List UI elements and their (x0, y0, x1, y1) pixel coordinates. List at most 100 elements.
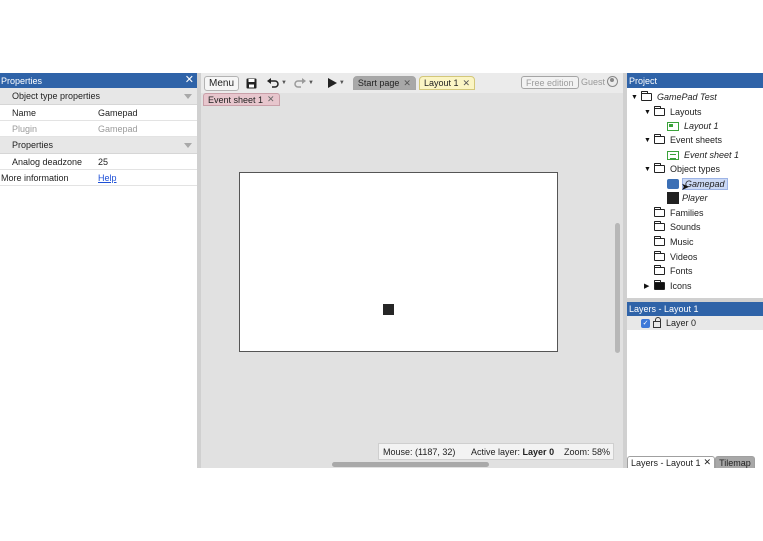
active-layer-value: Layer 0 (522, 446, 555, 457)
help-link[interactable]: Help (98, 173, 197, 183)
tree-item-fonts[interactable]: Fonts (654, 264, 693, 278)
mouse-cursor-icon: ➤ (681, 182, 690, 193)
close-icon[interactable]: ✕ (185, 75, 194, 86)
tree-label: Icons (670, 281, 692, 291)
close-icon[interactable]: ✕ (403, 78, 411, 89)
layers-title: Layers - Layout 1 (627, 302, 763, 316)
guest-label[interactable]: Guest (581, 77, 605, 87)
bottom-tabs: Layers - Layout 1 ✕ Tilemap (627, 455, 763, 468)
tree-label: Fonts (670, 266, 693, 276)
properties-panel: Properties ✕ Object type properties Name… (0, 73, 197, 468)
folder-icon (641, 91, 652, 101)
section-label: Properties (12, 140, 54, 150)
layout-editor: Menu ▼ ▼ ▼ Start page ✕ Layout 1 ✕ Free … (201, 73, 623, 468)
layout-canvas[interactable] (239, 172, 558, 352)
tree-label: Layouts (670, 107, 702, 117)
tree-item-event-sheet-1[interactable]: Event sheet 1 (667, 148, 739, 162)
tab-label: Layers - Layout 1 (631, 457, 701, 468)
close-icon[interactable]: ✕ (267, 94, 275, 105)
tree-item-player[interactable]: Player (667, 191, 708, 205)
tree-item-event-sheets[interactable]: ▼ Event sheets (644, 133, 722, 147)
tree-item-layouts[interactable]: ▼ Layouts (644, 105, 702, 119)
redo-icon[interactable] (294, 78, 306, 88)
zoom-level: Zoom: 58% (564, 446, 611, 457)
folder-icon (654, 134, 665, 144)
tree-item-icons[interactable]: ▶ Icons (644, 279, 692, 293)
sub-tab-row: Event sheet 1 ✕ (201, 93, 623, 107)
property-value[interactable]: Gamepad (98, 108, 197, 118)
tab-start-page[interactable]: Start page ✕ (352, 76, 416, 90)
layout-icon (667, 121, 679, 131)
property-row-plugin: Plugin Gamepad (0, 121, 197, 137)
play-dropdown-icon[interactable]: ▼ (339, 80, 345, 86)
folder-icon (654, 280, 665, 290)
layers-panel: Layers - Layout 1 ✓ Layer 0 (627, 302, 763, 468)
tab-event-sheet-1[interactable]: Event sheet 1 ✕ (203, 93, 280, 106)
active-layer-label: Active layer: (471, 446, 521, 457)
folder-icon (654, 251, 665, 261)
horizontal-scrollbar[interactable] (332, 462, 489, 467)
tab-label: Start page (357, 78, 400, 88)
expand-arrow-icon[interactable]: ▶ (644, 282, 652, 290)
tree-item-videos[interactable]: Videos (654, 250, 697, 264)
folder-icon (654, 106, 665, 116)
folder-icon (654, 236, 665, 246)
undo-dropdown-icon[interactable]: ▼ (281, 80, 287, 86)
expand-arrow-icon[interactable]: ▼ (644, 137, 652, 144)
tree-item-object-types[interactable]: ▼ Object types (644, 162, 720, 176)
tab-layout-1[interactable]: Layout 1 ✕ (418, 76, 476, 90)
checkbox-icon[interactable]: ✓ (641, 318, 650, 328)
tree-item-layout-1[interactable]: Layout 1 (667, 119, 719, 133)
chevron-down-icon[interactable] (184, 93, 192, 99)
project-title: Project (627, 73, 763, 88)
player-sprite[interactable] (383, 304, 394, 315)
close-icon[interactable]: ✕ (462, 78, 470, 89)
property-row-analog-deadzone[interactable]: Analog deadzone 25 (0, 154, 197, 170)
gamepad-icon (667, 179, 679, 189)
section-properties[interactable]: Properties (0, 137, 197, 154)
free-edition-button[interactable]: Free edition (521, 76, 579, 89)
tree-label: Event sheet 1 (684, 150, 740, 160)
tree-item-gamepad[interactable]: Gamepad (667, 177, 728, 191)
layer-row[interactable]: ✓ Layer 0 (627, 316, 763, 330)
menu-button[interactable]: Menu (204, 75, 240, 91)
property-key: Name (12, 107, 37, 118)
tree-label: Player (682, 193, 708, 203)
status-bar: Mouse: (1187, 32) Active layer: Layer 0 … (378, 443, 614, 460)
expand-arrow-icon[interactable]: ▼ (631, 94, 639, 101)
tree-item-sounds[interactable]: Sounds (654, 220, 701, 234)
expand-arrow-icon[interactable]: ▼ (644, 109, 652, 116)
vertical-scrollbar[interactable] (615, 223, 620, 353)
tree-item-root[interactable]: ▼ GamePad Test (631, 90, 717, 104)
tree-item-music[interactable]: Music (654, 235, 694, 249)
expand-arrow-icon[interactable]: ▼ (644, 166, 652, 173)
tab-tilemap[interactable]: Tilemap (715, 456, 755, 468)
folder-icon (654, 207, 665, 217)
tree-item-families[interactable]: Families (654, 206, 704, 220)
property-key: Analog deadzone (12, 156, 83, 167)
property-value[interactable]: 25 (98, 157, 197, 167)
undo-icon[interactable] (267, 78, 279, 88)
folder-icon (654, 163, 665, 173)
tab-label: Layout 1 (423, 78, 459, 88)
tree-label: Music (670, 237, 694, 247)
chevron-down-icon[interactable] (184, 142, 192, 148)
lock-icon[interactable] (653, 317, 661, 328)
player-icon (667, 192, 679, 204)
tab-layers-layout-1[interactable]: Layers - Layout 1 ✕ (627, 456, 716, 468)
play-icon[interactable] (327, 78, 337, 88)
redo-dropdown-icon[interactable]: ▼ (308, 80, 314, 86)
properties-title-bar: Properties ✕ (0, 73, 197, 88)
property-key: Plugin (12, 123, 38, 134)
properties-title: Properties (1, 75, 43, 86)
tree-label: Videos (670, 252, 698, 262)
property-key: More information (1, 172, 69, 183)
save-icon[interactable] (246, 78, 257, 89)
close-icon[interactable]: ✕ (704, 457, 712, 468)
user-icon[interactable] (607, 76, 618, 87)
property-row-name[interactable]: Name Gamepad (0, 105, 197, 121)
section-label: Object type properties (12, 91, 101, 101)
section-object-type-properties[interactable]: Object type properties (0, 88, 197, 105)
tree-label: GamePad Test (657, 92, 717, 102)
tree-label: Event sheets (670, 135, 723, 145)
